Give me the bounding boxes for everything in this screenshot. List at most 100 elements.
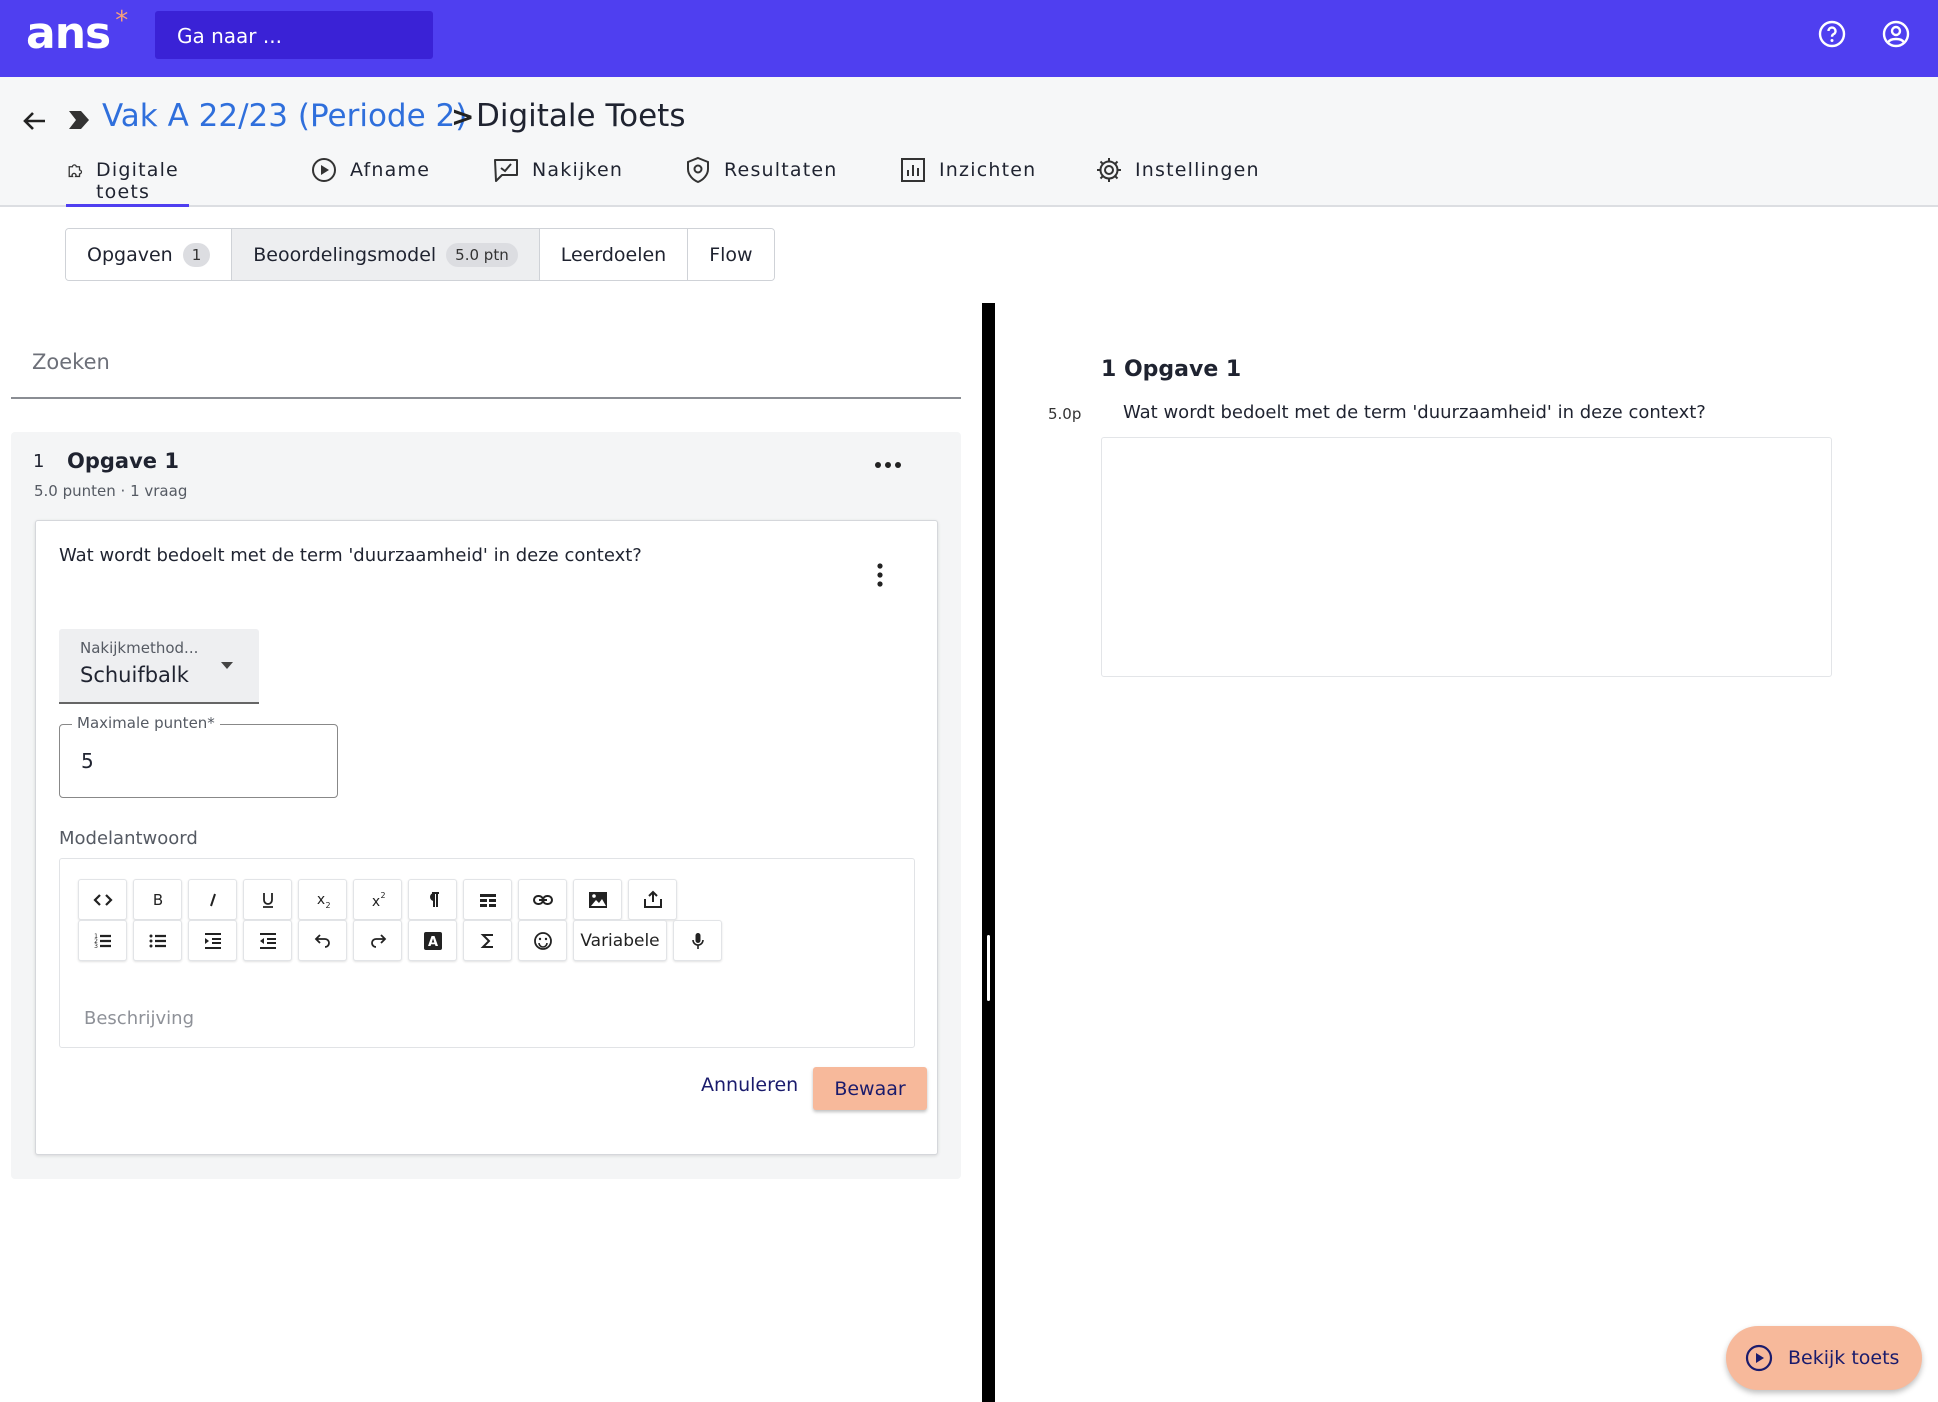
chat-check-icon <box>494 159 518 182</box>
variable-button[interactable]: Variabele <box>573 920 667 961</box>
segment-label: Beoordelingsmodel <box>253 243 437 266</box>
tab-label: Digitale toets <box>96 159 179 203</box>
tab-digitale-toets[interactable]: Digitale toets <box>66 159 189 207</box>
goto-placeholder: Ga naar ... <box>177 24 282 48</box>
top-bar: ans * Ga naar ... <box>0 0 1938 77</box>
segment-opgaven[interactable]: Opgaven 1 <box>66 229 233 280</box>
tab-afname[interactable]: Afname <box>310 158 431 205</box>
view-test-button[interactable]: Bekijk toets <box>1726 1326 1922 1390</box>
tab-resultaten[interactable]: Resultaten <box>684 156 838 205</box>
tab-label: Resultaten <box>724 159 838 181</box>
cancel-button[interactable]: Annuleren <box>701 1068 798 1102</box>
ordered-list-button[interactable]: 123 <box>78 920 127 961</box>
undo-icon <box>314 933 330 948</box>
formula-button[interactable] <box>463 920 512 961</box>
tab-label: Inzichten <box>939 159 1037 181</box>
preview-answer-box[interactable] <box>1101 437 1832 677</box>
field-value: 5 <box>81 749 94 773</box>
tab-label: Nakijken <box>532 159 624 181</box>
gear-icon <box>1097 158 1121 182</box>
tab-instellingen[interactable]: Instellingen <box>1095 158 1260 205</box>
rich-text-editor[interactable]: B x2 x2 123 A Variabele Beschrijving <box>59 858 915 1048</box>
italic-icon <box>209 893 216 906</box>
editor-placeholder[interactable]: Beschrijving <box>84 1008 194 1029</box>
upload-button[interactable] <box>628 879 677 920</box>
outdent-button[interactable] <box>243 920 292 961</box>
shield-icon <box>687 156 709 184</box>
points-badge: 5.0 ptn <box>446 242 518 267</box>
breadcrumb-course-link[interactable]: Vak A 22/23 (Periode 2) <box>102 98 467 134</box>
undo-button[interactable] <box>298 920 347 961</box>
pilcrow-icon <box>429 891 439 907</box>
preview-title: 1 Opgave 1 <box>1101 357 1242 382</box>
search-placeholder: Zoeken <box>32 350 110 374</box>
ans-logo[interactable]: ans * <box>26 6 128 59</box>
subscript-icon: x2 <box>316 892 330 910</box>
grading-method-select[interactable]: Nakijkmethod... Schuifbalk <box>59 629 259 704</box>
paragraph-button[interactable] <box>408 879 457 920</box>
save-button[interactable]: Bewaar <box>813 1067 927 1110</box>
image-icon <box>588 891 607 908</box>
logo-text: ans <box>26 8 111 59</box>
segment-flow[interactable]: Flow <box>688 229 774 280</box>
microphone-icon <box>691 932 704 949</box>
goto-search-input[interactable]: Ga naar ... <box>155 11 433 59</box>
segment-label: Leerdoelen <box>560 243 667 266</box>
link-button[interactable] <box>518 879 567 920</box>
segment-leerdoelen[interactable]: Leerdoelen <box>539 229 689 280</box>
table-button[interactable] <box>463 879 512 920</box>
italic-button[interactable] <box>188 879 237 920</box>
underline-button[interactable] <box>243 879 292 920</box>
more-horizontal-icon[interactable] <box>873 460 903 470</box>
chart-icon <box>901 158 925 182</box>
microphone-button[interactable] <box>673 920 722 961</box>
exercise-number: 1 <box>33 451 45 472</box>
tab-label: Afname <box>350 159 431 181</box>
exercise-meta: 5.0 punten · 1 vraag <box>34 482 188 500</box>
resize-handle[interactable] <box>987 935 990 1001</box>
exercise-title: Opgave 1 <box>67 449 179 473</box>
bullet-list-button[interactable] <box>133 920 182 961</box>
search-input[interactable]: Zoeken <box>11 335 961 399</box>
split-divider[interactable] <box>982 303 995 1402</box>
select-value: Schuifbalk <box>80 663 189 687</box>
bold-button[interactable]: B <box>133 879 182 920</box>
question-text: Wat wordt bedoelt met de term 'duurzaamh… <box>59 545 642 566</box>
play-circle-icon <box>1745 1344 1773 1372</box>
svg-text:x: x <box>371 894 379 910</box>
logo-star-icon: * <box>115 6 128 36</box>
back-arrow-icon[interactable] <box>20 107 48 135</box>
code-view-button[interactable] <box>78 879 127 920</box>
redo-button[interactable] <box>353 920 402 961</box>
more-vertical-icon[interactable] <box>876 563 884 587</box>
breadcrumb-chevron-icon <box>69 111 89 129</box>
superscript-button[interactable]: x2 <box>353 879 402 920</box>
upload-icon <box>643 890 662 908</box>
exercise-card: 1 Opgave 1 5.0 punten · 1 vraag Wat word… <box>11 432 961 1179</box>
tab-inzichten[interactable]: Inzichten <box>899 158 1037 205</box>
breadcrumb-separator: > <box>451 100 475 133</box>
indent-button[interactable] <box>188 920 237 961</box>
save-label: Bewaar <box>834 1077 906 1100</box>
superscript-icon: x2 <box>371 891 385 910</box>
help-icon[interactable] <box>1817 19 1847 49</box>
svg-text:A: A <box>427 935 437 950</box>
image-button[interactable] <box>573 879 622 920</box>
account-icon[interactable] <box>1881 19 1911 49</box>
field-label: Maximale punten* <box>72 714 220 732</box>
emoji-button[interactable] <box>518 920 567 961</box>
underline-icon <box>262 892 273 908</box>
tab-nakijken[interactable]: Nakijken <box>492 159 623 205</box>
svg-text:3: 3 <box>94 943 98 950</box>
max-points-field[interactable]: Maximale punten* 5 <box>59 714 338 798</box>
text-color-button[interactable]: A <box>408 920 457 961</box>
bold-icon: B <box>152 891 162 909</box>
view-test-label: Bekijk toets <box>1788 1347 1900 1369</box>
svg-text:x: x <box>316 892 324 908</box>
emoji-icon <box>533 931 552 950</box>
segment-beoordelingsmodel[interactable]: Beoordelingsmodel 5.0 ptn <box>232 229 540 280</box>
ordered-list-icon: 123 <box>94 933 111 950</box>
subscript-button[interactable]: x2 <box>298 879 347 920</box>
link-icon <box>532 894 553 905</box>
code-icon <box>92 893 113 906</box>
